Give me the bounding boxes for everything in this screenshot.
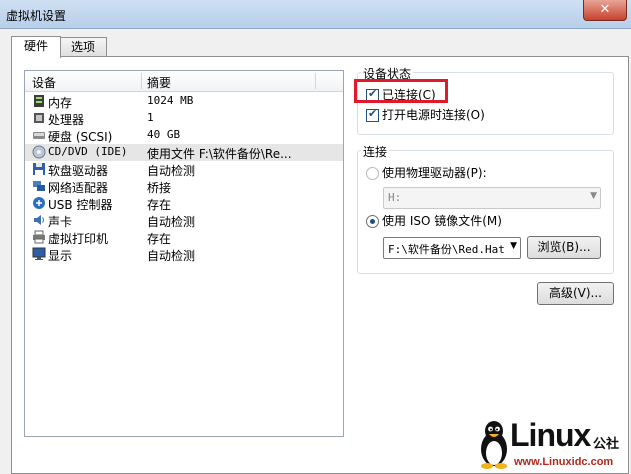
advanced-button[interactable]: 高级(V)... — [537, 282, 614, 305]
watermark-brand: Linux — [510, 417, 591, 453]
memory-icon — [34, 95, 44, 107]
device-name: 处理器 — [48, 113, 85, 127]
column-divider[interactable] — [315, 73, 316, 89]
display-icon — [32, 247, 46, 260]
device-row-sound[interactable]: 声卡 自动检测 — [25, 212, 343, 229]
connection-legend: 连接 — [361, 143, 390, 160]
watermark-cn: 公社 — [593, 437, 620, 452]
device-row-network[interactable]: 网络适配器 桥接 — [25, 178, 343, 195]
cd-dvd-icon — [32, 145, 46, 159]
iso-path-select[interactable]: F:\软件备份\Red.Hat ▼ — [383, 237, 521, 259]
column-header-device[interactable]: 设备 — [32, 74, 56, 91]
column-header-summary[interactable]: 摘要 — [147, 74, 171, 91]
device-name: 软盘驱动器 — [48, 164, 109, 178]
printer-icon — [33, 230, 45, 244]
floppy-icon — [33, 163, 45, 175]
device-row-floppy[interactable]: 软盘驱动器 自动检测 — [25, 161, 343, 178]
usb-icon — [33, 197, 45, 209]
check-icon: ✔ — [368, 107, 378, 120]
device-summary: 存在 — [147, 198, 172, 212]
device-name: 显示 — [48, 249, 73, 263]
device-row-printer[interactable]: 虚拟打印机 存在 — [25, 229, 343, 246]
network-adapter-icon — [33, 181, 45, 191]
physical-drive-value: H: — [388, 191, 402, 204]
tab-hardware[interactable]: 硬件 — [11, 36, 61, 58]
device-summary: 自动检测 — [147, 249, 196, 263]
browse-button[interactable]: 浏览(B)... — [527, 236, 601, 259]
device-summary: 1 — [147, 111, 154, 124]
device-list[interactable]: 设备 摘要 内存 1024 MB 处理器 1 硬盘 (SCSI) 40 GB C… — [24, 70, 344, 437]
physical-drive-label[interactable]: 使用物理驱动器(P): — [382, 164, 487, 181]
title-bar: 虚拟机设置 ✕ — [0, 0, 631, 29]
tux-penguin-icon — [481, 421, 507, 469]
device-summary: 40 GB — [147, 128, 181, 141]
tab-options[interactable]: 选项 — [59, 37, 107, 57]
connect-on-power-checkbox[interactable]: ✔ — [366, 107, 379, 122]
device-name: 虚拟打印机 — [48, 232, 109, 246]
device-summary: 存在 — [147, 232, 172, 246]
sound-card-icon — [34, 215, 44, 225]
device-name: 硬盘 (SCSI) — [48, 130, 113, 144]
physical-drive-select[interactable]: H: ▼ — [383, 187, 601, 209]
column-divider[interactable] — [141, 73, 142, 89]
processor-icon — [34, 113, 44, 123]
device-row-processor[interactable]: 处理器 1 — [25, 110, 343, 127]
radio-dot-icon — [370, 219, 375, 224]
physical-drive-radio[interactable] — [366, 167, 379, 180]
device-list-header: 设备 摘要 — [25, 71, 343, 92]
chevron-down-icon: ▼ — [590, 191, 597, 201]
device-summary: 自动检测 — [147, 164, 196, 178]
device-row-display[interactable]: 显示 自动检测 — [25, 246, 343, 263]
chevron-down-icon: ▼ — [510, 241, 517, 251]
device-name: USB 控制器 — [48, 198, 113, 212]
device-name: 声卡 — [48, 215, 73, 229]
annotation-highlight-box — [354, 79, 448, 103]
device-name: CD/DVD (IDE) — [48, 145, 128, 158]
close-icon: ✕ — [599, 2, 611, 17]
window-title: 虚拟机设置 — [6, 9, 67, 23]
device-summary: 使用文件 F:\软件备份\Re... — [147, 147, 292, 161]
device-name: 内存 — [48, 96, 73, 110]
close-button[interactable]: ✕ — [583, 0, 627, 21]
watermark-url: www.Linuxidc.com — [514, 456, 614, 468]
iso-image-radio[interactable] — [366, 215, 379, 228]
hard-disk-icon — [33, 132, 45, 139]
iso-path-value: F:\软件备份\Red.Hat — [388, 243, 505, 256]
device-row-cd-dvd[interactable]: CD/DVD (IDE) 使用文件 F:\软件备份\Re... — [25, 144, 343, 161]
iso-image-label[interactable]: 使用 ISO 镜像文件(M) — [382, 212, 502, 229]
device-row-usb[interactable]: USB 控制器 存在 — [25, 195, 343, 212]
device-summary: 1024 MB — [147, 94, 194, 107]
device-row-hard-disk[interactable]: 硬盘 (SCSI) 40 GB — [25, 127, 343, 144]
device-name: 网络适配器 — [48, 181, 109, 195]
device-summary: 自动检测 — [147, 215, 196, 229]
device-summary: 桥接 — [147, 181, 172, 195]
device-row-memory[interactable]: 内存 1024 MB — [25, 93, 343, 110]
connect-on-power-label[interactable]: 打开电源时连接(O) — [382, 106, 485, 123]
watermark-logo: Linux 公社 www.Linuxidc.com — [478, 417, 628, 471]
